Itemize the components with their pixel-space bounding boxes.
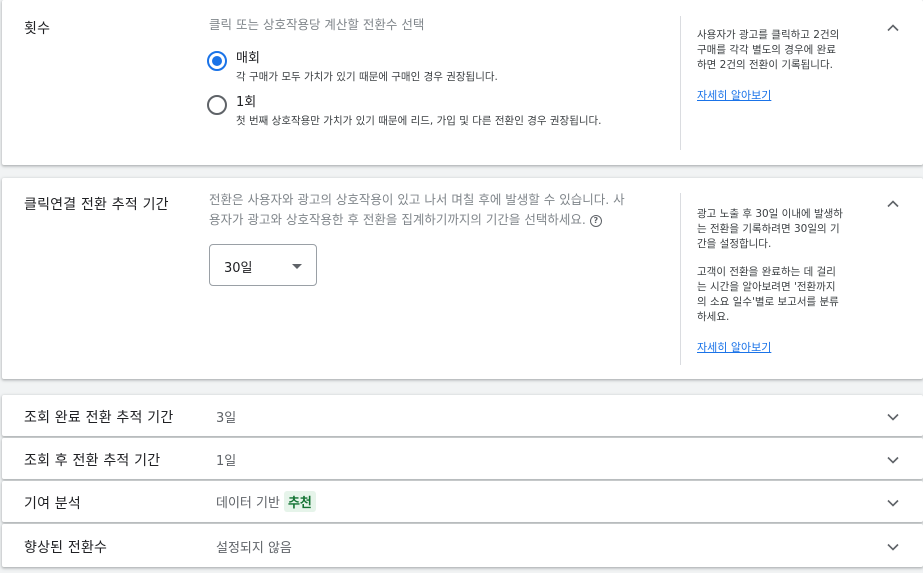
radio-one[interactable]: [207, 95, 227, 115]
click-window-description: 전환은 사용자와 광고의 상호작용이 있고 나서 며칠 후에 발생할 수 있습니…: [209, 190, 669, 230]
radio-every-sub: 각 구매가 모두 가치가 있기 때문에 구매인 경우 권장됩니다.: [236, 71, 498, 83]
expand-button[interactable]: [883, 450, 903, 470]
radio-every-label: 매회: [236, 51, 260, 66]
description-line: 용자가 광고와 상호작용한 후 전환을 집계하기까지의 기간을 선택하세요.?: [209, 210, 669, 230]
row-value: 설정되지 않음: [216, 541, 292, 556]
count-card: 횟수 클릭 또는 상호작용당 계산할 전환수 선택 매회 각 구매가 모두 가치…: [2, 0, 923, 165]
radio-every[interactable]: [207, 51, 227, 71]
side-text-line: 는 전환을 기록하려면 30일의 기: [697, 223, 840, 235]
row-value-wrap: 데이터 기반 추천: [216, 491, 316, 512]
view-through-window-row[interactable]: 조회 완료 전환 추적 기간 3일: [2, 395, 923, 436]
help-icon[interactable]: ?: [589, 214, 602, 227]
count-side-panel: 사용자가 광고를 클릭하고 2건의 구매를 각각 별도의 경우에 완료 하면 2…: [680, 16, 850, 150]
click-window-side-panel: 광고 노출 후 30일 이내에 발생하 는 전환을 기록하려면 30일의 기 간…: [680, 193, 850, 365]
expand-button[interactable]: [883, 407, 903, 427]
description-line: 전환은 사용자와 광고의 상호작용이 있고 나서 며칠 후에 발생할 수 있습니…: [209, 192, 625, 207]
chevron-down-icon: [887, 499, 899, 507]
row-value: 1일: [216, 454, 237, 469]
side-text-line: 의 소요 일수'별로 보고서를 분류: [697, 296, 839, 308]
learn-more-link[interactable]: 자세히 알아보기: [697, 87, 771, 103]
radio-one-sub: 첫 번째 상호작용만 가치가 있기 때문에 리드, 가입 및 다른 전환인 경우…: [236, 115, 602, 127]
side-text-line: 간을 설정합니다.: [697, 238, 772, 250]
radio-option-every[interactable]: 매회 각 구매가 모두 가치가 있기 때문에 구매인 경우 권장됩니다.: [207, 50, 498, 85]
radio-one-label: 1회: [236, 95, 257, 110]
collapse-button[interactable]: [883, 194, 903, 214]
click-window-card: 클릭연결 전환 추적 기간 전환은 사용자와 광고의 상호작용이 있고 나서 며…: [2, 178, 923, 379]
chevron-down-icon: [887, 413, 899, 421]
side-text-line: 하면 2건의 전환이 기록됩니다.: [697, 59, 833, 71]
side-text-line: 구매를 각각 별도의 경우에 완료: [697, 44, 836, 56]
expand-button[interactable]: [883, 493, 903, 513]
side-text-line: 고객이 전환을 완료하는 데 걸리: [697, 266, 836, 278]
click-window-select[interactable]: 30일: [209, 244, 317, 286]
enhanced-conversions-row[interactable]: 향상된 전환수 설정되지 않음: [2, 524, 923, 567]
side-text-line: 는 시간을 알아보려면 '전환까지: [697, 281, 836, 293]
row-title: 향상된 전환수: [24, 540, 108, 556]
recommended-badge: 추천: [283, 491, 316, 512]
row-value: 3일: [216, 411, 237, 426]
side-text-line: 하세요.: [697, 311, 730, 323]
count-description: 클릭 또는 상호작용당 계산할 전환수 선택: [209, 17, 425, 32]
select-value: 30일: [224, 261, 253, 276]
expand-button[interactable]: [883, 537, 903, 557]
side-text-line: 사용자가 광고를 클릭하고 2건의: [697, 29, 840, 41]
attribution-row[interactable]: 기여 분석 데이터 기반 추천: [2, 481, 923, 522]
engaged-view-window-row[interactable]: 조회 후 전환 추적 기간 1일: [2, 438, 923, 479]
radio-option-one[interactable]: 1회 첫 번째 상호작용만 가치가 있기 때문에 리드, 가입 및 다른 전환인…: [207, 94, 602, 129]
click-window-title: 클릭연결 전환 추적 기간: [24, 197, 169, 213]
side-text-line: 광고 노출 후 30일 이내에 발생하: [697, 208, 843, 220]
dropdown-arrow-icon: [292, 264, 302, 269]
row-value: 데이터 기반: [216, 496, 280, 511]
row-title: 기여 분석: [24, 496, 81, 512]
chevron-up-icon: [887, 200, 899, 208]
chevron-down-icon: [887, 456, 899, 464]
count-title: 횟수: [24, 21, 51, 37]
description-line-text: 용자가 광고와 상호작용한 후 전환을 집계하기까지의 기간을 선택하세요.: [209, 212, 586, 227]
learn-more-link[interactable]: 자세히 알아보기: [697, 339, 771, 355]
row-title: 조회 완료 전환 추적 기간: [24, 410, 174, 426]
row-title: 조회 후 전환 추적 기간: [24, 453, 161, 469]
collapse-button[interactable]: [883, 18, 903, 38]
chevron-down-icon: [887, 543, 899, 551]
chevron-up-icon: [887, 24, 899, 32]
